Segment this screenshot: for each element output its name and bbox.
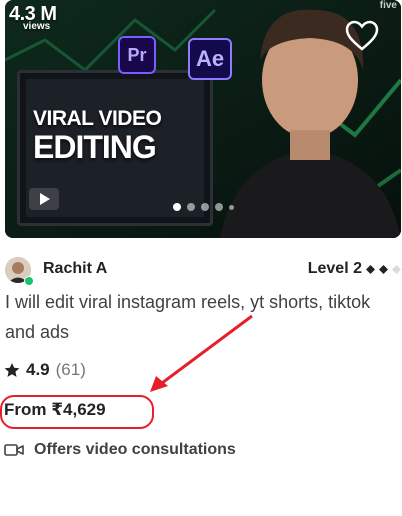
rating-count: (61) xyxy=(55,360,86,379)
gig-thumbnail[interactable]: 4.3 M views five Pr Ae VIRAL VIDEO EDITI… xyxy=(5,0,401,238)
brand-mark: five xyxy=(379,0,397,11)
after-effects-icon: Ae xyxy=(188,38,232,80)
star-icon xyxy=(4,363,20,377)
gig-title[interactable]: I will edit viral instagram reels, yt sh… xyxy=(5,287,399,347)
carousel-dot[interactable] xyxy=(229,204,234,210)
level-label: Level 2 xyxy=(307,260,362,277)
carousel-dot[interactable] xyxy=(173,203,181,211)
play-button[interactable] xyxy=(29,188,59,210)
views-badge: 4.3 M views xyxy=(9,4,57,32)
carousel-dot[interactable] xyxy=(215,203,223,211)
play-icon xyxy=(40,193,50,205)
thumbnail-overlay-title: VIRAL VIDEO EDITING xyxy=(33,108,183,163)
rating-score: 4.9 xyxy=(26,360,50,379)
price[interactable]: From ₹4,629 xyxy=(4,400,106,420)
rating: 4.9 (61) xyxy=(4,360,86,380)
seller-name[interactable]: Rachit A xyxy=(43,260,107,278)
heart-icon[interactable] xyxy=(345,20,379,52)
overlay-line-2: EDITING xyxy=(33,129,157,165)
level-diamond-filled-icon xyxy=(379,264,388,274)
overlay-line-1: VIRAL VIDEO xyxy=(33,107,162,130)
level-diamond-filled-icon xyxy=(366,264,375,274)
seller-row: Rachit A Level 2 xyxy=(5,255,401,286)
level-diamond-empty-icon xyxy=(392,264,401,274)
gig-card[interactable]: 4.3 M views five Pr Ae VIRAL VIDEO EDITI… xyxy=(0,0,402,516)
video-camera-icon xyxy=(4,444,24,456)
video-consultation[interactable]: Offers video consultations xyxy=(4,441,236,459)
carousel-dot[interactable] xyxy=(201,203,209,211)
online-indicator xyxy=(24,276,34,286)
carousel-dots xyxy=(173,203,234,211)
carousel-dot[interactable] xyxy=(187,203,195,211)
seller-level: Level 2 xyxy=(308,260,401,278)
consultation-label: Offers video consultations xyxy=(34,441,236,458)
premiere-pro-icon: Pr xyxy=(118,36,156,74)
